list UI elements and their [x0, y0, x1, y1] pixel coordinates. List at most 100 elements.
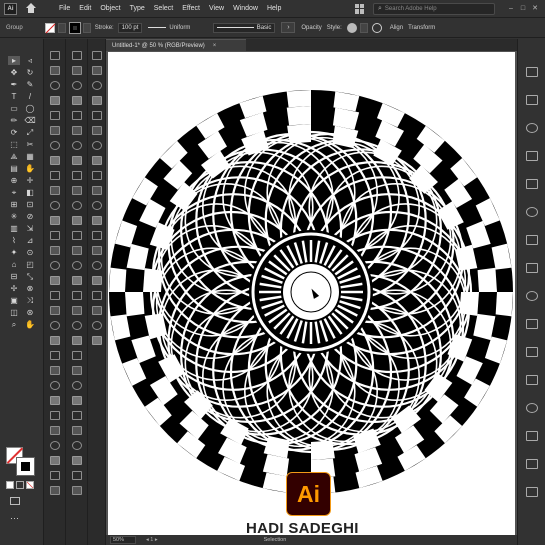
col1-panel-icon[interactable] [49, 381, 60, 390]
recolor-artwork-icon[interactable] [371, 22, 382, 33]
fill-swatch[interactable] [44, 22, 55, 33]
minimize-icon[interactable]: – [507, 5, 515, 13]
canvas[interactable]: Ai HADI SADEGHI [106, 51, 517, 535]
tool-icon[interactable]: ⟳ [8, 128, 20, 137]
document-tab[interactable]: Untitled-1* @ 50 % (RGB/Preview) × [106, 39, 246, 51]
tool-icon[interactable]: ⌇ [8, 236, 20, 245]
gradient-panel-icon[interactable] [525, 375, 538, 385]
swatches-panel-icon[interactable] [525, 151, 538, 161]
col2-panel-icon[interactable] [71, 366, 82, 375]
col3-panel-icon[interactable] [91, 216, 102, 225]
tool-icon[interactable]: ▭ [8, 104, 20, 113]
tool-icon[interactable]: ⊟ [8, 272, 20, 281]
col1-panel-icon[interactable] [49, 126, 60, 135]
col1-panel-icon[interactable] [49, 216, 60, 225]
tool-icon[interactable]: ⌫ [24, 116, 36, 125]
transparency-panel-icon[interactable] [525, 347, 538, 357]
col1-panel-icon[interactable] [49, 186, 60, 195]
col2-panel-icon[interactable] [71, 246, 82, 255]
tool-icon[interactable]: ↻ [24, 68, 36, 77]
align-panel-icon[interactable] [525, 487, 538, 497]
col1-panel-icon[interactable] [49, 111, 60, 120]
tool-icon[interactable]: ◃ [24, 56, 36, 65]
tool-icon[interactable]: ✎ [24, 80, 36, 89]
col3-panel-icon[interactable] [91, 141, 102, 150]
tool-icon[interactable]: ✥ [8, 68, 20, 77]
tool-icon[interactable]: ⊞ [8, 200, 20, 209]
info-panel-icon[interactable] [525, 431, 538, 441]
col2-panel-icon[interactable] [71, 111, 82, 120]
col2-panel-icon[interactable] [71, 186, 82, 195]
menu-help[interactable]: Help [267, 5, 281, 12]
tool-icon[interactable]: ◰ [24, 260, 36, 269]
col3-panel-icon[interactable] [91, 156, 102, 165]
col1-panel-icon[interactable] [49, 471, 60, 480]
col1-panel-icon[interactable] [49, 81, 60, 90]
col1-panel-icon[interactable] [49, 96, 60, 105]
help-search[interactable]: ⌕ Search Adobe Help [373, 2, 495, 15]
edit-toolbar-icon[interactable]: ⋯ [10, 513, 19, 524]
status-mode[interactable]: Selection [264, 537, 287, 543]
tool-icon[interactable]: ⊕ [8, 176, 20, 185]
tool-icon[interactable]: ✋ [24, 164, 36, 173]
col1-panel-icon[interactable] [49, 201, 60, 210]
style-swatch-icon[interactable] [346, 22, 357, 33]
col1-panel-icon[interactable] [49, 231, 60, 240]
color-panel-icon[interactable] [525, 291, 538, 301]
tool-icon[interactable]: ⤡ [24, 272, 36, 281]
col2-panel-icon[interactable] [71, 321, 82, 330]
tool-icon[interactable]: ⌖ [8, 188, 20, 197]
col3-panel-icon[interactable] [91, 306, 102, 315]
col1-panel-icon[interactable] [49, 51, 60, 60]
col1-panel-icon[interactable] [49, 441, 60, 450]
col1-panel-icon[interactable] [49, 156, 60, 165]
col1-panel-icon[interactable] [49, 411, 60, 420]
artboard[interactable]: Ai HADI SADEGHI [108, 52, 515, 535]
col3-panel-icon[interactable] [91, 336, 102, 345]
col2-panel-icon[interactable] [71, 486, 82, 495]
tool-icon[interactable]: ⊡ [24, 200, 36, 209]
home-icon[interactable] [25, 2, 37, 15]
col2-panel-icon[interactable] [71, 291, 82, 300]
col3-panel-icon[interactable] [91, 201, 102, 210]
col1-panel-icon[interactable] [49, 306, 60, 315]
pathfinder-panel-icon[interactable] [525, 459, 538, 469]
tool-icon[interactable]: ◧ [24, 188, 36, 197]
col2-panel-icon[interactable] [71, 456, 82, 465]
col1-panel-icon[interactable] [49, 366, 60, 375]
tool-icon[interactable]: ✛ [24, 176, 36, 185]
menu-effect[interactable]: Effect [182, 5, 200, 12]
col3-panel-icon[interactable] [91, 66, 102, 75]
col2-panel-icon[interactable] [71, 381, 82, 390]
stroke-swatch[interactable] [68, 21, 81, 34]
col3-panel-icon[interactable] [91, 291, 102, 300]
navigator-panel-icon[interactable] [525, 403, 538, 413]
variable-width-profile[interactable]: Uniform [169, 25, 207, 31]
col2-panel-icon[interactable] [71, 351, 82, 360]
menu-object[interactable]: Object [100, 5, 120, 12]
col3-panel-icon[interactable] [91, 276, 102, 285]
col2-panel-icon[interactable] [71, 276, 82, 285]
tool-icon[interactable]: ▤ [8, 164, 20, 173]
tool-icon[interactable]: ✒ [8, 80, 20, 89]
col3-panel-icon[interactable] [91, 321, 102, 330]
col1-panel-icon[interactable] [49, 171, 60, 180]
tool-icon[interactable]: ▥ [8, 224, 20, 233]
menu-window[interactable]: Window [233, 5, 258, 12]
none-mode-icon[interactable] [26, 481, 34, 489]
col1-panel-icon[interactable] [49, 141, 60, 150]
tool-icon[interactable]: ⌂ [8, 260, 20, 269]
stroke-panel-icon[interactable] [525, 319, 538, 329]
col1-panel-icon[interactable] [49, 486, 60, 495]
brush-definition-dropdown[interactable]: Basic [213, 22, 276, 33]
tool-icon[interactable]: ▣ [8, 296, 20, 305]
tool-icon[interactable]: ⤨ [24, 296, 36, 305]
appearance-panel-icon[interactable] [525, 263, 538, 273]
menu-view[interactable]: View [209, 5, 224, 12]
tool-icon[interactable]: ◯ [24, 104, 36, 113]
col2-panel-icon[interactable] [71, 96, 82, 105]
screen-mode-icon[interactable] [10, 497, 20, 505]
tool-icon[interactable]: ◫ [8, 308, 20, 317]
col2-panel-icon[interactable] [71, 81, 82, 90]
tool-icon[interactable]: ⇲ [24, 224, 36, 233]
